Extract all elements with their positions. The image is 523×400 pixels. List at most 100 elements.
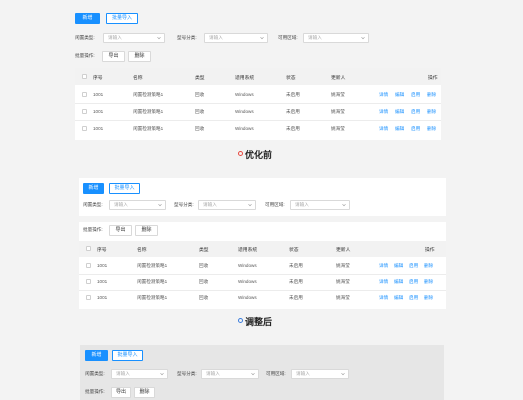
delete-link[interactable]: 删除 xyxy=(424,263,433,269)
model-category-select[interactable]: 请输入 xyxy=(204,33,268,43)
col-header-id: 序号 xyxy=(93,76,103,81)
export-button[interactable]: 导出 xyxy=(102,51,125,62)
available-area-select[interactable]: 请输入 xyxy=(291,369,349,379)
select-all-checkbox[interactable] xyxy=(86,246,91,251)
model-category-select[interactable]: 请输入 xyxy=(198,200,256,210)
batch-import-button[interactable]: 批量导入 xyxy=(112,350,143,361)
cell-updater: 姚海莹 xyxy=(336,279,350,284)
detail-link[interactable]: 详情 xyxy=(379,295,388,301)
delete-link[interactable]: 删除 xyxy=(427,126,436,132)
delete-link[interactable]: 删除 xyxy=(424,279,433,285)
idle-type-placeholder: 请输入 xyxy=(114,202,128,207)
table-card: 批量操作: 导出 删除 序号 名称 类型 适用系统 状态 更新人 操作 1001… xyxy=(79,222,446,309)
model-category-placeholder: 请输入 xyxy=(203,202,217,207)
row-checkbox[interactable] xyxy=(86,279,91,284)
row-checkbox[interactable] xyxy=(82,92,87,97)
available-area-label: 可用区域: xyxy=(278,35,298,40)
chevron-down-icon xyxy=(160,372,164,376)
cell-status: 未启用 xyxy=(289,295,303,300)
idle-type-select[interactable]: 请输入 xyxy=(111,369,168,379)
delete-button[interactable]: 删除 xyxy=(128,51,151,62)
batch-import-button[interactable]: 批量导入 xyxy=(106,13,138,24)
export-button[interactable]: 导出 xyxy=(109,225,132,236)
enable-link[interactable]: 启用 xyxy=(411,109,420,115)
delete-link[interactable]: 删除 xyxy=(427,92,436,98)
add-button[interactable]: 新增 xyxy=(85,350,108,361)
add-button[interactable]: 新增 xyxy=(75,13,100,24)
cell-type: 回收 xyxy=(199,279,209,284)
col-header-actions: 操作 xyxy=(425,248,435,253)
enable-link[interactable]: 启用 xyxy=(409,279,418,285)
col-header-name: 名称 xyxy=(137,248,147,253)
cell-name: 闲置检测策略1 xyxy=(133,92,164,97)
detail-link[interactable]: 详情 xyxy=(379,279,388,285)
cell-status: 未启用 xyxy=(286,126,300,131)
cell-name: 闲置检测策略1 xyxy=(133,109,164,114)
delete-button[interactable]: 删除 xyxy=(135,225,158,236)
enable-link[interactable]: 启用 xyxy=(411,92,420,98)
delete-link[interactable]: 删除 xyxy=(424,295,433,301)
row-checkbox[interactable] xyxy=(82,109,87,114)
chevron-down-icon xyxy=(341,372,345,376)
available-area-select[interactable]: 请输入 xyxy=(303,33,369,43)
cell-type: 回收 xyxy=(199,295,209,300)
select-all-checkbox[interactable] xyxy=(82,74,87,79)
after-marker-icon xyxy=(238,318,243,323)
detail-link[interactable]: 详情 xyxy=(379,126,388,132)
row-checkbox[interactable] xyxy=(86,263,91,268)
cell-name: 闲置检测策略1 xyxy=(137,279,168,284)
batch-ops-label: 批量操作: xyxy=(85,389,105,394)
available-area-select[interactable]: 请输入 xyxy=(290,200,350,210)
model-category-select[interactable]: 请输入 xyxy=(201,369,259,379)
chevron-down-icon xyxy=(342,203,346,207)
edit-link[interactable]: 编辑 xyxy=(394,263,403,269)
filter-card: 新增 批量导入 闲置类型: 请输入 型号分类: 请输入 可用区域: 请输入 xyxy=(79,178,446,216)
cell-id: 1001 xyxy=(93,109,104,114)
idle-type-select[interactable]: 请输入 xyxy=(109,200,166,210)
filter-card-gray: 新增 批量导入 闲置类型: 请输入 型号分类: 请输入 可用区域: 请输入 批量… xyxy=(80,345,444,400)
chevron-down-icon xyxy=(248,203,252,207)
col-header-system: 适用系统 xyxy=(235,76,255,81)
edit-link[interactable]: 编辑 xyxy=(395,109,404,115)
delete-link[interactable]: 删除 xyxy=(427,109,436,115)
edit-link[interactable]: 编辑 xyxy=(395,92,404,98)
cell-updater: 姚海莹 xyxy=(336,295,350,300)
col-header-system: 适用系统 xyxy=(238,248,258,253)
edit-link[interactable]: 编辑 xyxy=(394,279,403,285)
row-divider xyxy=(79,274,446,275)
enable-link[interactable]: 启用 xyxy=(409,263,418,269)
detail-link[interactable]: 详情 xyxy=(379,263,388,269)
detail-link[interactable]: 详情 xyxy=(379,92,388,98)
col-header-status: 状态 xyxy=(286,76,296,81)
cell-type: 回收 xyxy=(195,109,205,114)
available-area-label: 可用区域: xyxy=(265,202,285,207)
detail-link[interactable]: 详情 xyxy=(379,109,388,115)
edit-link[interactable]: 编辑 xyxy=(394,295,403,301)
cell-status: 未启用 xyxy=(289,263,303,268)
cell-type: 回收 xyxy=(195,126,205,131)
export-button[interactable]: 导出 xyxy=(111,387,131,398)
row-checkbox[interactable] xyxy=(86,295,91,300)
cell-id: 1001 xyxy=(97,263,108,268)
idle-type-select[interactable]: 请输入 xyxy=(103,33,165,43)
cell-name: 闲置检测策略1 xyxy=(137,263,168,268)
row-checkbox[interactable] xyxy=(82,126,87,131)
chevron-down-icon xyxy=(157,36,161,40)
chevron-down-icon xyxy=(260,36,264,40)
cell-system: Windows xyxy=(235,126,254,131)
add-button[interactable]: 新增 xyxy=(83,183,104,194)
batch-import-button[interactable]: 批量导入 xyxy=(109,183,140,194)
idle-type-label: 闲置类型: xyxy=(75,35,95,40)
cell-name: 闲置检测策略1 xyxy=(133,126,164,131)
delete-button[interactable]: 删除 xyxy=(134,387,155,398)
chevron-down-icon xyxy=(361,36,365,40)
cell-status: 未启用 xyxy=(286,92,300,97)
edit-link[interactable]: 编辑 xyxy=(395,126,404,132)
idle-type-placeholder: 请输入 xyxy=(116,371,130,376)
cell-updater: 姚海莹 xyxy=(331,109,345,114)
cell-id: 1001 xyxy=(97,279,108,284)
cell-updater: 姚海莹 xyxy=(336,263,350,268)
cell-system: Windows xyxy=(238,279,257,284)
enable-link[interactable]: 启用 xyxy=(409,295,418,301)
enable-link[interactable]: 启用 xyxy=(411,126,420,132)
